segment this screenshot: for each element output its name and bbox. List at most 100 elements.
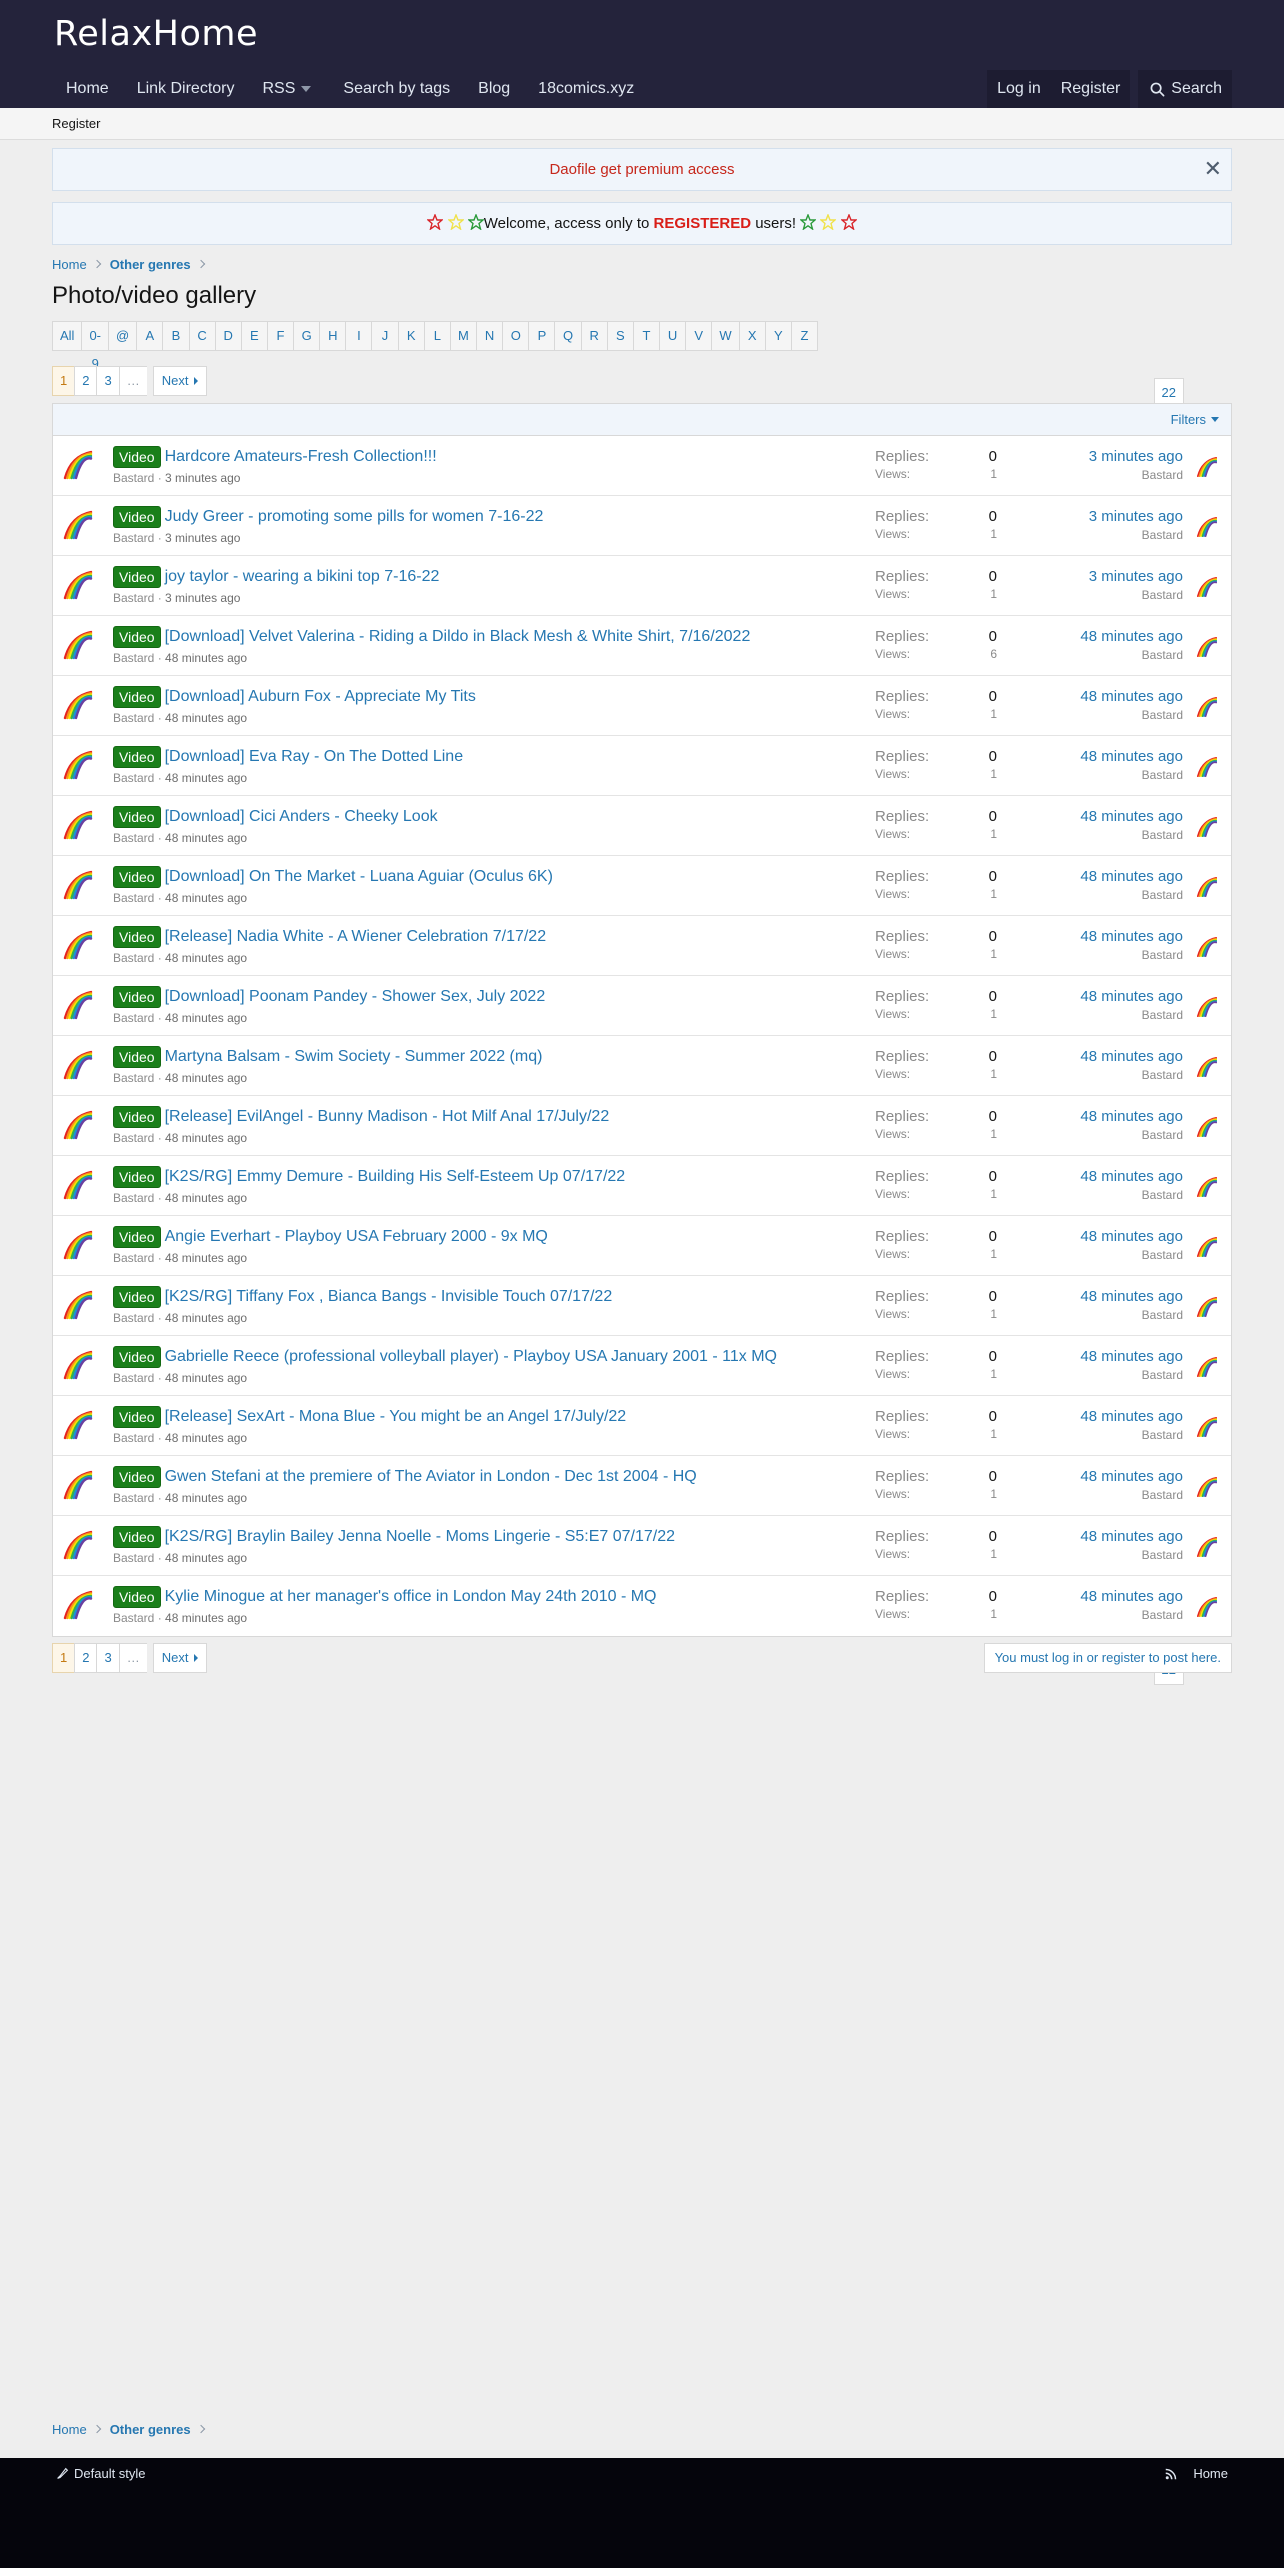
last-post-user[interactable]: Bastard xyxy=(1080,1368,1183,1382)
thread-author[interactable]: Bastard xyxy=(113,1431,154,1445)
avatar[interactable] xyxy=(61,508,95,542)
thread-title-link[interactable]: Hardcore Amateurs-Fresh Collection!!! xyxy=(165,448,437,466)
letter-filter-a[interactable]: A xyxy=(137,322,164,350)
last-post-user[interactable]: Bastard xyxy=(1080,1128,1183,1142)
avatar[interactable] xyxy=(61,448,95,482)
breadcrumb-other-genres[interactable]: Other genres xyxy=(110,2422,191,2437)
thread-start-time[interactable]: 48 minutes ago xyxy=(165,1551,247,1565)
avatar[interactable] xyxy=(61,1408,95,1442)
last-post-avatar[interactable] xyxy=(1195,1175,1219,1199)
nav-search-by-tags[interactable]: Search by tags xyxy=(329,72,464,106)
video-badge[interactable]: Video xyxy=(113,1406,161,1428)
avatar-image-icon[interactable] xyxy=(1195,1055,1219,1079)
last-post-user[interactable]: Bastard xyxy=(1080,768,1183,782)
thread-title-link[interactable]: [Download] Eva Ray - On The Dotted Line xyxy=(165,748,464,766)
thread-start-time[interactable]: 48 minutes ago xyxy=(165,1491,247,1505)
thread-start-time[interactable]: 48 minutes ago xyxy=(165,1191,247,1205)
avatar[interactable] xyxy=(61,688,95,722)
thread-title-link[interactable]: Martyna Balsam - Swim Society - Summer 2… xyxy=(165,1048,543,1066)
thread-title-link[interactable]: Kylie Minogue at her manager's office in… xyxy=(165,1588,657,1606)
last-post-user[interactable]: Bastard xyxy=(1080,708,1183,722)
avatar-image-icon[interactable] xyxy=(61,1348,95,1382)
nav-rss[interactable]: RSS xyxy=(249,72,330,106)
thread-title-link[interactable]: [Release] SexArt - Mona Blue - You might… xyxy=(165,1408,627,1426)
letter-filter-j[interactable]: J xyxy=(372,322,399,350)
page-ellipsis[interactable]: … xyxy=(118,1643,147,1673)
thread-title-link[interactable]: Angie Everhart - Playboy USA February 20… xyxy=(165,1228,548,1246)
thread-start-time[interactable]: 48 minutes ago xyxy=(165,1311,247,1325)
thread-title-link[interactable]: joy taylor - wearing a bikini top 7-16-2… xyxy=(165,568,440,586)
last-post-avatar[interactable] xyxy=(1195,935,1219,959)
letter-filter-all[interactable]: All xyxy=(53,322,83,350)
video-badge[interactable]: Video xyxy=(113,806,161,828)
avatar-image-icon[interactable] xyxy=(61,1048,95,1082)
letter-filter-u[interactable]: U xyxy=(660,322,687,350)
video-badge[interactable]: Video xyxy=(113,686,161,708)
avatar-image-icon[interactable] xyxy=(1195,1355,1219,1379)
avatar[interactable] xyxy=(61,568,95,602)
last-post-avatar[interactable] xyxy=(1195,755,1219,779)
letter-filter-l[interactable]: L xyxy=(425,322,451,350)
letter-filter-x[interactable]: X xyxy=(740,322,766,350)
thread-title-link[interactable]: [K2S/RG] Braylin Bailey Jenna Noelle - M… xyxy=(165,1528,675,1546)
last-post-user[interactable]: Bastard xyxy=(1080,888,1183,902)
thread-title-link[interactable]: [Download] Velvet Valerina - Riding a Di… xyxy=(165,628,751,646)
last-post-user[interactable]: Bastard xyxy=(1089,588,1183,602)
last-post-time[interactable]: 48 minutes ago xyxy=(1080,1288,1183,1305)
avatar[interactable] xyxy=(61,1048,95,1082)
letter-filter-t[interactable]: T xyxy=(634,322,661,350)
page-1[interactable]: 1 xyxy=(52,366,75,396)
avatar-image-icon[interactable] xyxy=(1195,755,1219,779)
last-post-user[interactable]: Bastard xyxy=(1080,948,1183,962)
letter-filter-b[interactable]: B xyxy=(163,322,190,350)
avatar-image-icon[interactable] xyxy=(1195,1235,1219,1259)
avatar-image-icon[interactable] xyxy=(61,508,95,542)
filters-button[interactable]: Filters xyxy=(1171,412,1219,427)
register-button[interactable]: Register xyxy=(1050,70,1131,108)
last-post-avatar[interactable] xyxy=(1195,995,1219,1019)
avatar-image-icon[interactable] xyxy=(61,688,95,722)
last-post-time[interactable]: 48 minutes ago xyxy=(1080,1108,1183,1125)
last-post-avatar[interactable] xyxy=(1195,875,1219,899)
avatar-image-icon[interactable] xyxy=(61,928,95,962)
subnav-register-link[interactable]: Register xyxy=(52,116,100,131)
avatar-image-icon[interactable] xyxy=(61,448,95,482)
last-post-avatar[interactable] xyxy=(1195,635,1219,659)
last-post-time[interactable]: 48 minutes ago xyxy=(1080,748,1183,765)
nav-link-directory[interactable]: Link Directory xyxy=(123,72,249,106)
search-button[interactable]: Search xyxy=(1138,70,1232,108)
thread-start-time[interactable]: 48 minutes ago xyxy=(165,1611,247,1625)
video-badge[interactable]: Video xyxy=(113,1526,161,1548)
avatar-image-icon[interactable] xyxy=(61,1288,95,1322)
page-ellipsis[interactable]: … xyxy=(118,366,147,396)
letter-filter-o[interactable]: O xyxy=(503,322,530,350)
avatar-image-icon[interactable] xyxy=(1195,1415,1219,1439)
avatar-image-icon[interactable] xyxy=(1195,515,1219,539)
letter-filter-w[interactable]: W xyxy=(712,322,740,350)
avatar-image-icon[interactable] xyxy=(61,1408,95,1442)
last-post-time[interactable]: 48 minutes ago xyxy=(1080,1588,1183,1605)
thread-title-link[interactable]: [Download] On The Market - Luana Aguiar … xyxy=(165,868,553,886)
last-post-avatar[interactable] xyxy=(1195,1475,1219,1499)
thread-title-link[interactable]: [Release] EvilAngel - Bunny Madison - Ho… xyxy=(165,1108,610,1126)
thread-title-link[interactable]: Gwen Stefani at the premiere of The Avia… xyxy=(165,1468,697,1486)
last-post-time[interactable]: 48 minutes ago xyxy=(1080,928,1183,945)
avatar-image-icon[interactable] xyxy=(1195,815,1219,839)
last-post-avatar[interactable] xyxy=(1195,1355,1219,1379)
letter-filter-g[interactable]: G xyxy=(294,322,321,350)
avatar-image-icon[interactable] xyxy=(61,988,95,1022)
avatar-image-icon[interactable] xyxy=(61,1588,95,1622)
last-post-user[interactable]: Bastard xyxy=(1080,1188,1183,1202)
breadcrumb-other-genres[interactable]: Other genres xyxy=(110,257,191,272)
avatar-image-icon[interactable] xyxy=(1195,1475,1219,1499)
avatar[interactable] xyxy=(61,1228,95,1262)
next-page-button[interactable]: Next xyxy=(152,1643,208,1673)
last-post-avatar[interactable] xyxy=(1195,1415,1219,1439)
last-post-user[interactable]: Bastard xyxy=(1080,1248,1183,1262)
last-post-user[interactable]: Bastard xyxy=(1080,1428,1183,1442)
avatar[interactable] xyxy=(61,868,95,902)
letter-filter-s[interactable]: S xyxy=(608,322,634,350)
avatar[interactable] xyxy=(61,748,95,782)
thread-start-time[interactable]: 48 minutes ago xyxy=(165,711,247,725)
page-2[interactable]: 2 xyxy=(74,1643,97,1673)
